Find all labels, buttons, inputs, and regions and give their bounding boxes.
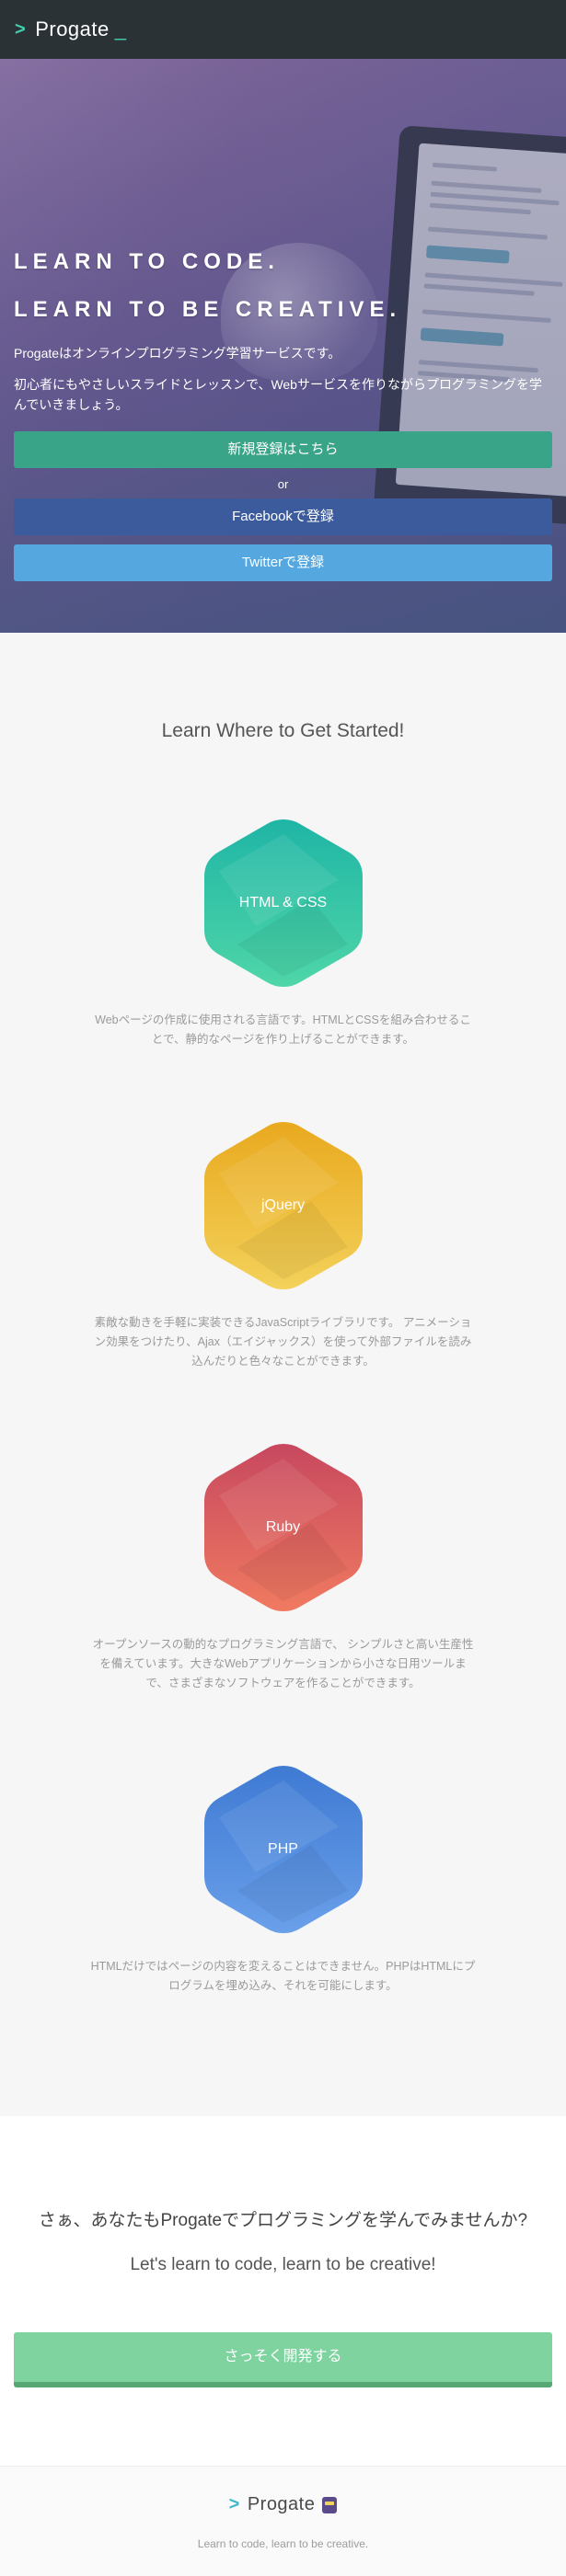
start-button[interactable]: さっそく開発する bbox=[14, 2332, 552, 2387]
cta-section: さぁ、あなたもProgateでプログラミングを学んでみませんか? Let's l… bbox=[0, 2116, 566, 2466]
hero-description-1: Progateはオンラインプログラミング学習サービスです。 bbox=[14, 346, 341, 361]
course-name: jQuery bbox=[260, 1197, 306, 1213]
footer: > Progate Learn to code, learn to be cre… bbox=[0, 2466, 566, 2576]
hero-section: LEARN TO CODE. LEARN TO BE CREATIVE. Pro… bbox=[0, 59, 566, 633]
jquery-hexagon[interactable]: jQuery bbox=[201, 1118, 366, 1293]
ninja-mascot-icon bbox=[322, 2496, 338, 2513]
footer-tagline: Learn to code, learn to be creative. bbox=[197, 2537, 369, 2550]
signup-button[interactable]: 新規登録はこちら bbox=[14, 431, 552, 468]
or-divider: or bbox=[277, 477, 289, 491]
course-php: PHP HTMLだけではページの内容を変えることはできません。PHPはHTMLに… bbox=[0, 1762, 566, 1996]
footer-logo-text: Progate bbox=[247, 2494, 316, 2514]
top-nav: > Progate _ bbox=[0, 0, 566, 59]
courses-title: Learn Where to Get Started! bbox=[161, 720, 405, 741]
course-jquery: jQuery 素敵な動きを手軽に実装できるJavaScriptライブラリです。 … bbox=[0, 1118, 566, 1371]
course-html-css: HTML & CSS Webページの作成に使用される言語です。HTMLとCSSを… bbox=[0, 816, 566, 1049]
course-description: HTMLだけではページの内容を変えることはできません。PHPはHTMLにプログラ… bbox=[90, 1960, 476, 1992]
ruby-hexagon[interactable]: Ruby bbox=[201, 1440, 366, 1615]
cta-english: Let's learn to code, learn to be creativ… bbox=[130, 2255, 436, 2274]
course-description: オープンソースの動的なプログラミング言語で、 シンプルさと高い生産性を備えていま… bbox=[92, 1638, 474, 1689]
course-name: Ruby bbox=[265, 1519, 301, 1535]
cta-question: さぁ、あなたもProgateでプログラミングを学んでみませんか? bbox=[38, 2211, 528, 2230]
hero-headline-1: LEARN TO CODE. bbox=[14, 249, 280, 274]
courses-section: Learn Where to Get Started! HTML & CSS W… bbox=[0, 633, 566, 2116]
html-css-hexagon[interactable]: HTML & CSS bbox=[201, 816, 366, 990]
course-name: HTML & CSS bbox=[238, 895, 328, 910]
hero-description-2: 初心者にもやさしいスライドとレッスンで、Webサービスを作りながらプログラミング… bbox=[14, 377, 542, 412]
chevron-right-icon: > bbox=[15, 18, 27, 40]
course-description: Webページの作成に使用される言語です。HTMLとCSSを組み合わせることで、静… bbox=[95, 1013, 471, 1046]
course-name: PHP bbox=[268, 1841, 298, 1857]
php-hexagon[interactable]: PHP bbox=[201, 1762, 366, 1937]
logo-cursor: _ bbox=[114, 17, 127, 40]
course-ruby: Ruby オープンソースの動的なプログラミング言語で、 シンプルさと高い生産性を… bbox=[0, 1440, 566, 1693]
twitter-signup-button[interactable]: Twitterで登録 bbox=[14, 544, 552, 581]
hero-headline-2: LEARN TO BE CREATIVE. bbox=[14, 297, 402, 322]
facebook-signup-button[interactable]: Facebookで登録 bbox=[14, 498, 552, 535]
logo-text: Progate bbox=[35, 17, 110, 40]
footer-logo[interactable]: > Progate bbox=[229, 2494, 338, 2515]
progate-logo[interactable]: > Progate _ bbox=[15, 17, 127, 41]
course-description: 素敵な動きを手軽に実装できるJavaScriptライブラリです。 アニメーション… bbox=[94, 1316, 472, 1368]
chevron-right-icon: > bbox=[228, 2494, 240, 2514]
